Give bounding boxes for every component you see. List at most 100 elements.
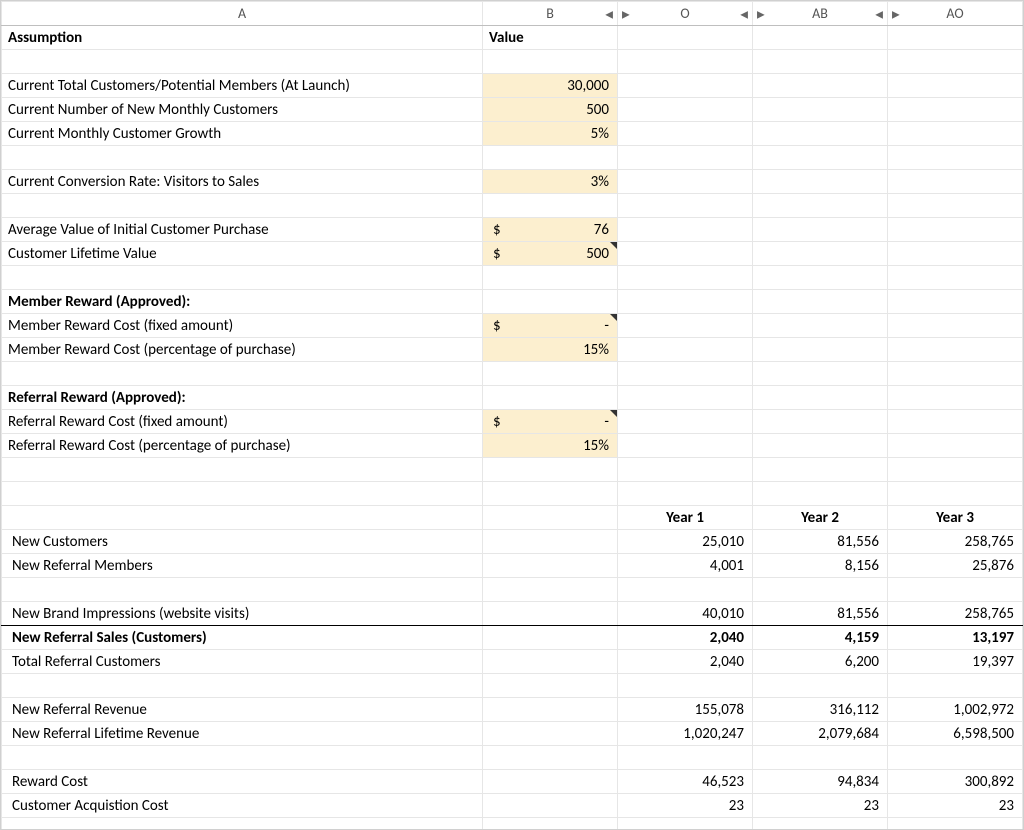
- cell[interactable]: [618, 818, 753, 830]
- label[interactable]: New Referral Members: [2, 554, 483, 578]
- cell[interactable]: [483, 722, 618, 746]
- value[interactable]: 81,556: [753, 530, 888, 554]
- label[interactable]: New Referral Revenue: [2, 698, 483, 722]
- cell[interactable]: [483, 602, 618, 626]
- cell[interactable]: [2, 818, 483, 830]
- value[interactable]: 19,397: [888, 650, 1023, 674]
- cell[interactable]: [483, 290, 618, 314]
- value[interactable]: 5%: [483, 122, 618, 146]
- cell[interactable]: [483, 386, 618, 410]
- section-header[interactable]: Member Reward (Approved):: [2, 290, 483, 314]
- label[interactable]: Current Total Customers/Potential Member…: [2, 74, 483, 98]
- value[interactable]: 23: [753, 794, 888, 818]
- comment-indicator-icon[interactable]: [610, 410, 617, 417]
- cell[interactable]: [753, 434, 888, 458]
- cell[interactable]: [2, 578, 483, 602]
- value[interactable]: 6,200: [753, 650, 888, 674]
- cell[interactable]: [753, 266, 888, 290]
- label[interactable]: Referral Reward Cost (fixed amount): [2, 410, 483, 434]
- cell[interactable]: [888, 170, 1023, 194]
- row-empty[interactable]: [2, 362, 1023, 386]
- cell[interactable]: [2, 194, 483, 218]
- cell[interactable]: [888, 98, 1023, 122]
- value[interactable]: 6,598,500: [888, 722, 1023, 746]
- cell[interactable]: [753, 674, 888, 698]
- label[interactable]: New Customers: [2, 530, 483, 554]
- cell[interactable]: [618, 26, 753, 50]
- cell[interactable]: [888, 146, 1023, 170]
- value[interactable]: 8,156: [753, 554, 888, 578]
- cell[interactable]: [483, 818, 618, 830]
- row[interactable]: Total Referral Customers 2,040 6,200 19,…: [2, 650, 1023, 674]
- cell[interactable]: [2, 674, 483, 698]
- cell[interactable]: [483, 554, 618, 578]
- cell[interactable]: [618, 410, 753, 434]
- cell[interactable]: [618, 146, 753, 170]
- cell[interactable]: [2, 362, 483, 386]
- cell[interactable]: [483, 482, 618, 506]
- value[interactable]: 300,892: [888, 770, 1023, 794]
- label[interactable]: Member Reward Cost (fixed amount): [2, 314, 483, 338]
- cell[interactable]: [2, 50, 483, 74]
- cell[interactable]: [888, 26, 1023, 50]
- cell[interactable]: [618, 290, 753, 314]
- cell[interactable]: [2, 482, 483, 506]
- cell[interactable]: [618, 362, 753, 386]
- cell[interactable]: [888, 314, 1023, 338]
- row[interactable]: Referral Reward (Approved):: [2, 386, 1023, 410]
- col-header-ab[interactable]: ▶ AB ◀: [753, 2, 888, 26]
- row-empty[interactable]: [2, 458, 1023, 482]
- value[interactable]: 2,040: [618, 626, 753, 650]
- row[interactable]: Referral Reward Cost (fixed amount) $ -: [2, 410, 1023, 434]
- cell[interactable]: [888, 578, 1023, 602]
- row[interactable]: New Referral Lifetime Revenue 1,020,247 …: [2, 722, 1023, 746]
- cell[interactable]: [753, 362, 888, 386]
- cell[interactable]: [483, 362, 618, 386]
- cell[interactable]: [483, 770, 618, 794]
- cell[interactable]: [888, 338, 1023, 362]
- label[interactable]: Current Conversion Rate: Visitors to Sal…: [2, 170, 483, 194]
- cell[interactable]: [483, 50, 618, 74]
- grid[interactable]: A B ◀ ▶ O ◀ ▶ AB ◀ ▶ AO Assumption: [1, 1, 1023, 830]
- value[interactable]: 46,523: [618, 770, 753, 794]
- cell[interactable]: [483, 698, 618, 722]
- row-headers[interactable]: Assumption Value: [2, 26, 1023, 50]
- cell[interactable]: [618, 122, 753, 146]
- value[interactable]: 4,001: [618, 554, 753, 578]
- cell[interactable]: [618, 218, 753, 242]
- row-empty[interactable]: [2, 266, 1023, 290]
- cell[interactable]: [618, 746, 753, 770]
- row[interactable]: Customer Lifetime Value $ 500: [2, 242, 1023, 266]
- cell[interactable]: [753, 98, 888, 122]
- row[interactable]: New Referral Sales (Customers) 2,040 4,1…: [2, 626, 1023, 650]
- label[interactable]: New Referral Lifetime Revenue: [2, 722, 483, 746]
- row[interactable]: Average Value of Initial Customer Purcha…: [2, 218, 1023, 242]
- cell[interactable]: [753, 578, 888, 602]
- cell[interactable]: [618, 74, 753, 98]
- cell[interactable]: [888, 674, 1023, 698]
- col-header-b[interactable]: B ◀: [483, 2, 618, 26]
- cell[interactable]: [2, 266, 483, 290]
- cell[interactable]: [2, 458, 483, 482]
- cell[interactable]: [888, 434, 1023, 458]
- cell[interactable]: [753, 74, 888, 98]
- row-empty[interactable]: [2, 674, 1023, 698]
- cell[interactable]: [753, 410, 888, 434]
- cell[interactable]: [618, 386, 753, 410]
- cell[interactable]: [483, 194, 618, 218]
- row[interactable]: Current Number of New Monthly Customers …: [2, 98, 1023, 122]
- label[interactable]: Average Value of Initial Customer Purcha…: [2, 218, 483, 242]
- year3-header[interactable]: Year 3: [888, 506, 1023, 530]
- value[interactable]: 500: [483, 98, 618, 122]
- value[interactable]: 2,040: [618, 650, 753, 674]
- cell[interactable]: [618, 242, 753, 266]
- value[interactable]: 23: [888, 794, 1023, 818]
- collapse-left-icon[interactable]: ◀: [605, 7, 613, 20]
- cell[interactable]: [888, 818, 1023, 830]
- label[interactable]: Member Reward Cost (percentage of purcha…: [2, 338, 483, 362]
- cell[interactable]: [483, 146, 618, 170]
- expand-right-icon[interactable]: ▶: [892, 7, 900, 20]
- row[interactable]: Current Total Customers/Potential Member…: [2, 74, 1023, 98]
- cell[interactable]: [888, 122, 1023, 146]
- expand-right-icon[interactable]: ▶: [757, 7, 765, 20]
